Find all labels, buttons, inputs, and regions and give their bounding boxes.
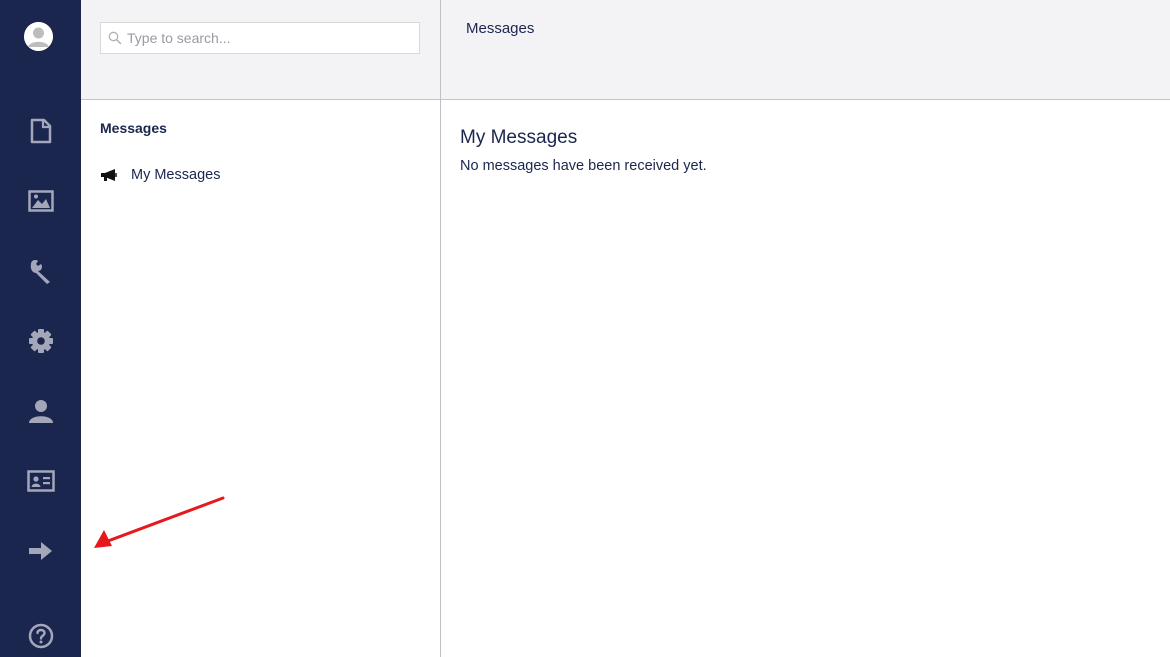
page-title: Messages <box>466 20 535 37</box>
content-icon <box>30 118 51 144</box>
search-box[interactable] <box>100 22 420 54</box>
search-icon <box>108 31 122 45</box>
section-developer-button[interactable] <box>0 316 81 366</box>
annotation-arrow-icon <box>94 496 225 548</box>
section-media-button[interactable] <box>0 176 81 226</box>
wrench-icon <box>30 260 50 284</box>
id-card-icon <box>26 470 55 492</box>
help-icon <box>28 623 53 649</box>
section-forms-button[interactable] <box>0 526 81 576</box>
section-members-button[interactable] <box>0 456 81 506</box>
section-content-button[interactable] <box>0 106 81 156</box>
section-sidebar <box>0 0 81 657</box>
help-button[interactable] <box>0 611 81 657</box>
content-header: Messages <box>441 0 1170 100</box>
tree-panel: Messages My Messages <box>81 0 441 657</box>
section-users-button[interactable] <box>0 386 81 436</box>
section-settings-button[interactable] <box>0 246 81 296</box>
tree-header <box>81 0 440 100</box>
empty-state-text: No messages have been received yet. <box>460 158 707 174</box>
avatar[interactable] <box>24 22 53 51</box>
media-icon <box>27 190 54 212</box>
user-icon <box>28 400 53 423</box>
arrow-right-icon <box>28 542 52 560</box>
search-input[interactable] <box>122 24 419 52</box>
megaphone-icon <box>101 169 117 181</box>
tree-item-my-messages[interactable]: My Messages <box>100 162 220 188</box>
section-title: My Messages <box>460 127 578 148</box>
gear-icon <box>28 329 53 353</box>
tree-title: Messages <box>100 120 167 136</box>
avatar-icon <box>24 22 53 51</box>
dashboard-content: My Messages No messages have been receiv… <box>460 127 707 174</box>
tree-item-label: My Messages <box>131 167 221 183</box>
